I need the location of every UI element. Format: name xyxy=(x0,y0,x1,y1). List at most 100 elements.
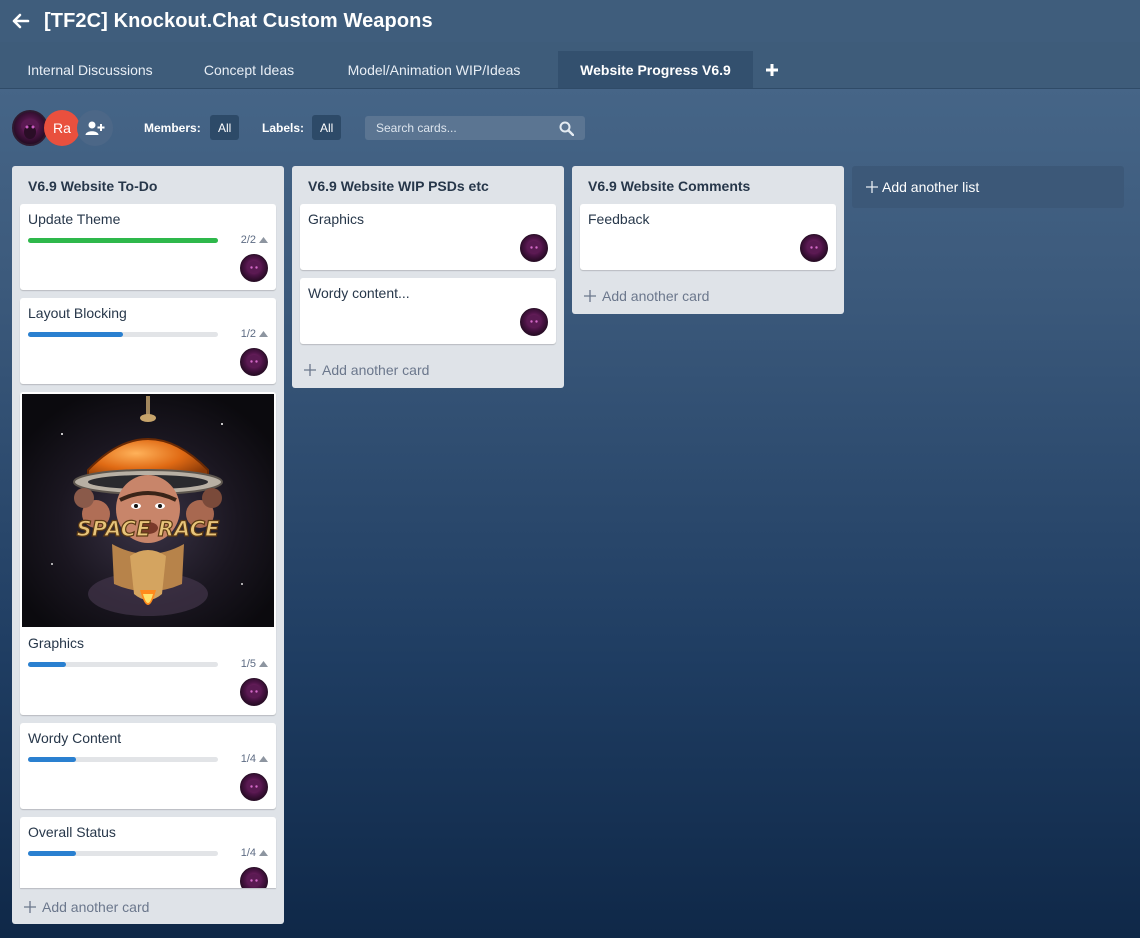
filter-toolbar: Ra Members: All Labels: All xyxy=(0,108,1140,148)
card-title: Overall Status xyxy=(28,824,116,840)
list-website-wip: V6.9 Website WIP PSDs etc Graphics Wordy… xyxy=(292,166,564,388)
avatar xyxy=(520,234,548,262)
card-title: Wordy Content xyxy=(28,730,122,746)
checklist-count-text: 2/2 xyxy=(240,234,256,246)
avatar xyxy=(240,678,268,706)
board-tabs: Internal Discussions Concept Ideas Model… xyxy=(0,42,1140,89)
plus-icon xyxy=(766,63,778,76)
card-title: Layout Blocking xyxy=(28,305,127,321)
checklist-progress xyxy=(28,662,218,667)
add-member-button[interactable] xyxy=(77,110,113,146)
add-card-button[interactable]: Add another card xyxy=(304,362,429,378)
board-header: [TF2C] Knockout.Chat Custom Weapons xyxy=(0,0,1140,42)
avatar xyxy=(240,867,268,888)
tab-website-progress[interactable]: Website Progress V6.9 xyxy=(558,51,753,88)
checklist-count-text: 1/4 xyxy=(240,847,256,859)
member-avatar-icon xyxy=(807,241,821,253)
plus-icon xyxy=(584,290,596,302)
member-avatar-icon xyxy=(21,119,39,139)
back-button[interactable] xyxy=(4,4,38,38)
avatar xyxy=(240,254,268,282)
members-filter[interactable]: All xyxy=(210,115,240,140)
arrow-left-icon xyxy=(12,13,30,29)
progress-fill xyxy=(28,332,123,337)
board-title: [TF2C] Knockout.Chat Custom Weapons xyxy=(44,9,433,32)
member-avatar-icon xyxy=(247,780,261,792)
labels-filter[interactable]: All xyxy=(312,115,342,140)
card-wordy-content-wip[interactable]: Wordy content... xyxy=(300,278,556,344)
plus-icon xyxy=(304,364,316,376)
card-overall-status[interactable]: Overall Status 1/4 xyxy=(20,817,276,888)
checklist-count-text: 1/4 xyxy=(240,753,256,765)
plus-icon xyxy=(24,901,36,913)
add-card-label: Add another card xyxy=(42,899,150,915)
card-update-theme[interactable]: Update Theme 2/2 xyxy=(20,204,276,290)
progress-fill xyxy=(28,238,218,243)
checklist-progress xyxy=(28,332,218,337)
add-list-button[interactable]: Add another list xyxy=(852,166,1124,208)
card-graphics[interactable]: SPACE RACE Graphics 1/5 xyxy=(20,392,276,715)
add-card-button[interactable]: Add another card xyxy=(24,899,149,915)
tab-internal-discussions[interactable]: Internal Discussions xyxy=(0,51,180,88)
avatar xyxy=(240,348,268,376)
checklist-progress xyxy=(28,238,218,243)
caret-up-icon xyxy=(259,331,268,337)
card-title: Wordy content... xyxy=(308,285,410,301)
checklist-count-text: 1/5 xyxy=(240,658,256,670)
list-website-todo: V6.9 Website To-Do Update Theme 2/2 Layo… xyxy=(12,166,284,924)
card-feedback[interactable]: Feedback xyxy=(580,204,836,270)
checklist-progress xyxy=(28,757,218,762)
checklist-count: 1/4 xyxy=(241,847,268,859)
plus-icon xyxy=(866,181,878,193)
member-avatar-icon xyxy=(247,685,261,697)
member-avatar-icon xyxy=(247,874,261,886)
add-tab-button[interactable] xyxy=(753,51,791,88)
add-card-label: Add another card xyxy=(322,362,430,378)
checklist-count: 1/2 xyxy=(241,328,268,340)
list-title: V6.9 Website To-Do xyxy=(28,178,158,194)
progress-fill xyxy=(28,662,66,667)
add-card-button[interactable]: Add another card xyxy=(584,288,709,304)
card-title: Graphics xyxy=(28,635,85,651)
avatar[interactable] xyxy=(12,110,48,146)
labels-label: Labels: xyxy=(262,121,305,135)
card-title: Feedback xyxy=(588,211,650,227)
card-graphics-wip[interactable]: Graphics xyxy=(300,204,556,270)
checklist-count-text: 1/2 xyxy=(240,328,256,340)
member-avatar-icon xyxy=(527,315,541,327)
caret-up-icon xyxy=(259,850,268,856)
caret-up-icon xyxy=(259,756,268,762)
progress-fill xyxy=(28,851,76,856)
member-avatar-icon xyxy=(247,355,261,367)
caret-up-icon xyxy=(259,237,268,243)
avatar xyxy=(520,308,548,336)
card-title: Graphics xyxy=(308,211,365,227)
avatar xyxy=(240,773,268,801)
add-user-icon xyxy=(85,121,105,135)
checklist-progress xyxy=(28,851,218,856)
search-input[interactable] xyxy=(365,121,545,135)
avatar-initials[interactable]: Ra xyxy=(44,110,80,146)
checklist-count: 1/4 xyxy=(241,753,268,765)
caret-up-icon xyxy=(259,661,268,667)
checklist-count: 2/2 xyxy=(241,234,268,246)
search-box xyxy=(365,116,585,140)
member-avatar-icon xyxy=(247,261,261,273)
checklist-count: 1/5 xyxy=(241,658,268,670)
list-title: V6.9 Website WIP PSDs etc xyxy=(308,178,489,194)
add-list-label: Add another list xyxy=(882,179,980,195)
member-avatar-icon xyxy=(527,241,541,253)
card-layout-blocking[interactable]: Layout Blocking 1/2 xyxy=(20,298,276,384)
cover-title-text: SPACE RACE xyxy=(77,517,220,541)
members-label: Members: xyxy=(144,121,201,135)
card-cover-image: SPACE RACE xyxy=(22,394,274,627)
search-icon[interactable] xyxy=(559,121,574,136)
add-card-label: Add another card xyxy=(602,288,710,304)
list-website-comments: V6.9 Website Comments Feedback Add anoth… xyxy=(572,166,844,314)
card-wordy-content[interactable]: Wordy Content 1/4 xyxy=(20,723,276,809)
progress-fill xyxy=(28,757,76,762)
card-title: Update Theme xyxy=(28,211,121,227)
tab-concept-ideas[interactable]: Concept Ideas xyxy=(180,51,318,88)
tab-model-animation[interactable]: Model/Animation WIP/Ideas xyxy=(318,51,550,88)
avatar xyxy=(800,234,828,262)
